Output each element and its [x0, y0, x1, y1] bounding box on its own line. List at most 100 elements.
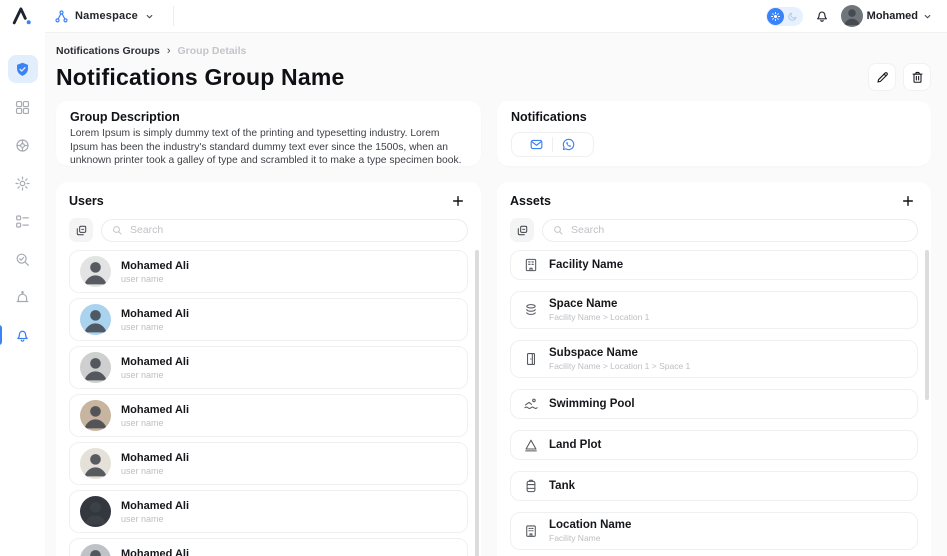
- assets-search-box: [542, 219, 918, 242]
- asset-texts: Location Name Facility Name: [549, 519, 631, 543]
- sidebar-item-icon: [14, 175, 31, 192]
- user-silhouette-icon: [841, 5, 863, 27]
- asset-list-item[interactable]: Space Name Facility Name > Location 1: [510, 291, 918, 329]
- user-role: user name: [121, 322, 189, 332]
- asset-type-icon: [523, 523, 539, 539]
- asset-list-item[interactable]: Land Plot: [510, 430, 918, 460]
- user-role: user name: [121, 370, 189, 380]
- add-user-button[interactable]: [448, 191, 468, 211]
- asset-list-item[interactable]: Facility Name: [510, 250, 918, 280]
- sidebar-item-icon: [14, 289, 31, 306]
- copy-icon: [516, 224, 529, 237]
- page-action-button[interactable]: [868, 63, 896, 91]
- user-menu[interactable]: Mohamed: [841, 5, 933, 27]
- asset-type-icon: [523, 396, 539, 412]
- notifications-card: Notifications: [497, 101, 931, 166]
- app-screen: Namespace Mohamed: [0, 0, 947, 556]
- theme-light-option[interactable]: [767, 8, 784, 25]
- user-avatar: [80, 256, 111, 287]
- user-texts: Mohamed Ali user name: [121, 356, 189, 380]
- sidebar-item-icon: [14, 137, 31, 154]
- breadcrumb-current: Group Details: [178, 45, 247, 57]
- asset-type-icon: [523, 302, 539, 318]
- add-asset-button[interactable]: [898, 191, 918, 211]
- user-list-item[interactable]: Mohamed Ali user name: [69, 298, 468, 341]
- notification-channel[interactable]: [521, 137, 552, 152]
- user-avatar: [80, 352, 111, 383]
- users-search-row: [69, 218, 468, 242]
- group-description-card: Group Description Lorem Ipsum is simply …: [56, 101, 481, 166]
- asset-type-icon: [523, 478, 539, 494]
- user-role: user name: [121, 418, 189, 428]
- theme-dark-option[interactable]: [784, 8, 801, 25]
- action-icon: [875, 70, 890, 85]
- assets-search-row: [510, 218, 918, 242]
- sidebar-item[interactable]: [8, 169, 38, 197]
- page-action-button[interactable]: [903, 63, 931, 91]
- search-icon: [552, 224, 564, 236]
- namespace-selector[interactable]: Namespace: [54, 6, 174, 26]
- users-search-input[interactable]: [101, 219, 468, 242]
- user-name: Mohamed Ali: [121, 404, 189, 416]
- user-avatar: [80, 496, 111, 527]
- moon-icon: [787, 11, 798, 22]
- avatar: [841, 5, 863, 27]
- user-list-item[interactable]: Mohamed Ali user name: [69, 394, 468, 437]
- assets-multiselect-button[interactable]: [510, 218, 534, 242]
- panels-row: Users: [56, 182, 931, 556]
- assets-scrollbar[interactable]: [925, 250, 929, 400]
- user-name: Mohamed Ali: [121, 260, 189, 272]
- user-list-item[interactable]: Mohamed Ali user name: [69, 490, 468, 533]
- action-icon: [910, 70, 925, 85]
- asset-list-item[interactable]: Swimming Pool: [510, 389, 918, 419]
- user-name: Mohamed Ali: [121, 308, 189, 320]
- user-list-item[interactable]: Mohamed Ali user name: [69, 346, 468, 389]
- users-multiselect-button[interactable]: [69, 218, 93, 242]
- channel-icon: [529, 137, 544, 152]
- notification-channel[interactable]: [552, 137, 584, 152]
- users-scrollbar[interactable]: [475, 250, 479, 556]
- sidebar: [0, 32, 45, 556]
- notifications-bell-icon[interactable]: [814, 8, 830, 24]
- user-list-item[interactable]: Mohamed Ali user name: [69, 538, 468, 556]
- user-role: user name: [121, 466, 189, 476]
- asset-texts: Swimming Pool: [549, 398, 635, 410]
- user-texts: Mohamed Ali user name: [121, 452, 189, 476]
- asset-texts: Subspace Name Facility Name > Location 1…: [549, 347, 690, 371]
- sidebar-item[interactable]: [8, 55, 38, 83]
- asset-list-item[interactable]: Tank: [510, 471, 918, 501]
- asset-name: Facility Name: [549, 259, 623, 271]
- user-avatar: [80, 400, 111, 431]
- sidebar-item[interactable]: [8, 321, 38, 349]
- sidebar-item[interactable]: [8, 283, 38, 311]
- user-avatar: [80, 304, 111, 335]
- copy-icon: [75, 224, 88, 237]
- notification-channels: [511, 132, 594, 157]
- asset-type-icon: [523, 257, 539, 273]
- sidebar-item[interactable]: [8, 245, 38, 273]
- sidebar-item[interactable]: [8, 207, 38, 235]
- theme-toggle[interactable]: [766, 7, 803, 26]
- user-list-item[interactable]: Mohamed Ali user name: [69, 250, 468, 293]
- sidebar-item-icon: [14, 327, 31, 344]
- group-description-text: Lorem Ipsum is simply dummy text of the …: [70, 127, 467, 166]
- notifications-card-title: Notifications: [511, 110, 917, 124]
- sidebar-item-icon: [14, 213, 31, 230]
- app-logo[interactable]: [10, 5, 44, 27]
- asset-list-item[interactable]: Subspace Name Facility Name > Location 1…: [510, 340, 918, 378]
- sidebar-item[interactable]: [8, 93, 38, 121]
- asset-name: Space Name: [549, 298, 649, 310]
- info-cards-row: Group Description Lorem Ipsum is simply …: [56, 101, 931, 166]
- topbar: Namespace Mohamed: [0, 0, 947, 32]
- user-list-item[interactable]: Mohamed Ali user name: [69, 442, 468, 485]
- assets-search-input[interactable]: [542, 219, 918, 242]
- asset-name: Swimming Pool: [549, 398, 635, 410]
- breadcrumb-parent-link[interactable]: Notifications Groups: [56, 45, 160, 57]
- sidebar-item-icon: [14, 99, 31, 116]
- user-texts: Mohamed Ali user name: [121, 404, 189, 428]
- user-name: Mohamed Ali: [121, 548, 189, 556]
- sidebar-item-icon: [14, 251, 31, 268]
- sidebar-item[interactable]: [8, 131, 38, 159]
- page-actions: [868, 63, 931, 91]
- asset-list-item[interactable]: Location Name Facility Name: [510, 512, 918, 550]
